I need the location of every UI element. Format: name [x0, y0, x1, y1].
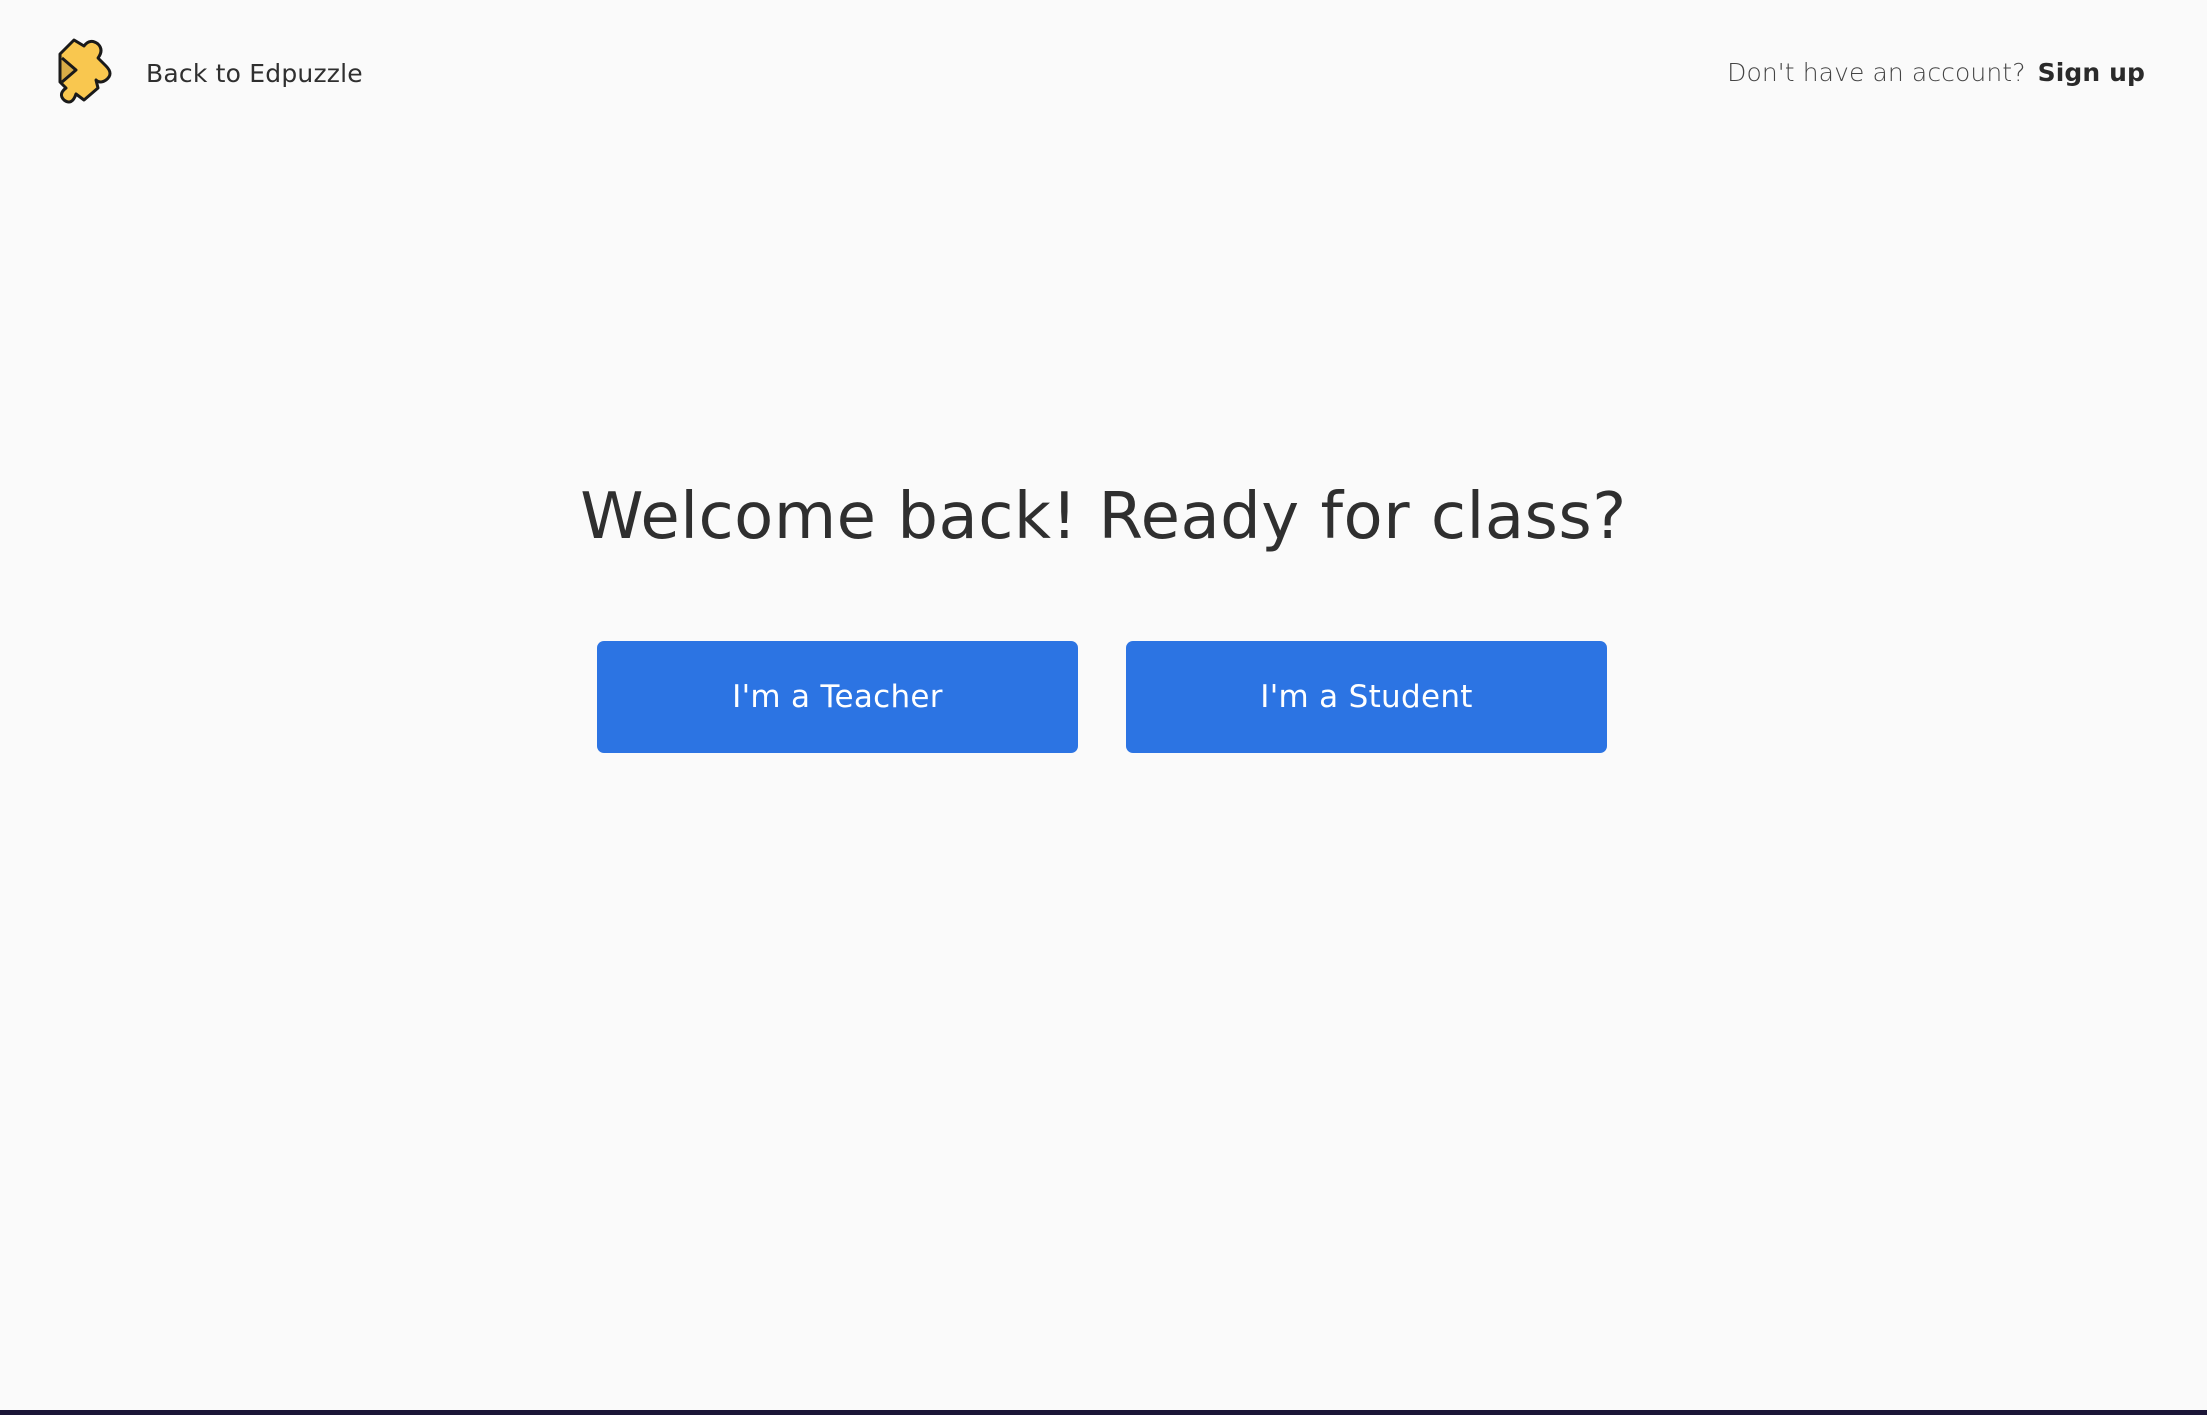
edpuzzle-logo-icon — [58, 38, 112, 104]
back-to-edpuzzle-link[interactable]: Back to Edpuzzle — [56, 36, 363, 110]
hero-section: Welcome back! Ready for class? — [0, 472, 2207, 562]
teacher-role-button[interactable]: I'm a Teacher — [597, 641, 1078, 753]
role-selection: I'm a Teacher I'm a Student — [597, 641, 1607, 753]
page-title: Welcome back! Ready for class? — [580, 480, 1627, 554]
student-role-button[interactable]: I'm a Student — [1126, 641, 1607, 753]
login-role-page: Back to Edpuzzle Don't have an account? … — [0, 0, 2207, 1415]
sign-up-link[interactable]: Sign up — [2038, 58, 2145, 87]
account-prompt-text: Don't have an account? — [1727, 58, 2026, 87]
signup-prompt: Don't have an account? Sign up — [1727, 58, 2145, 87]
bottom-edge-bar — [0, 1410, 2207, 1415]
back-to-edpuzzle-label: Back to Edpuzzle — [146, 58, 363, 88]
